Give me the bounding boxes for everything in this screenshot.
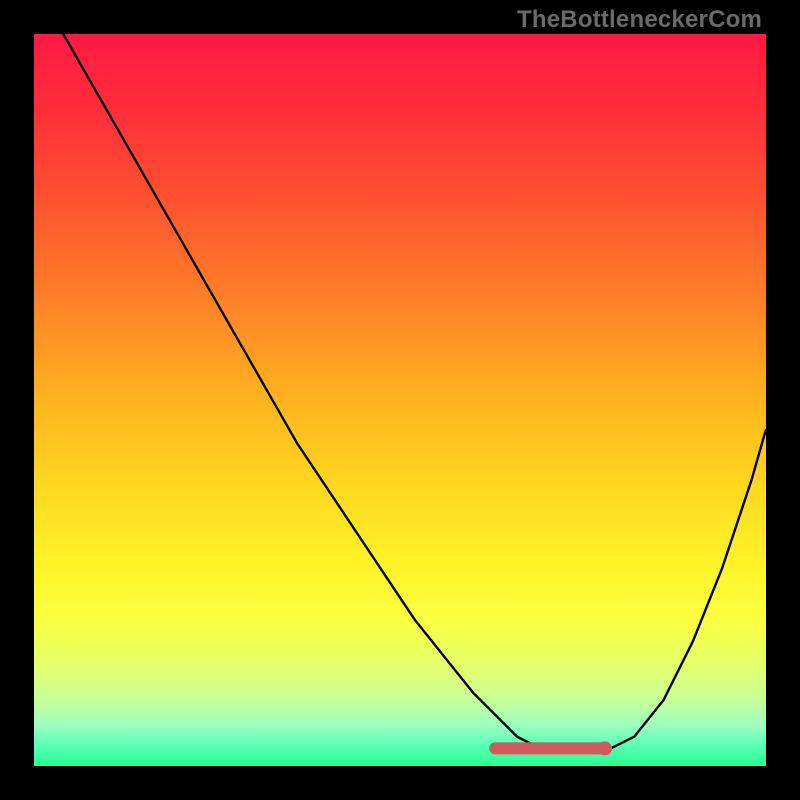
plot-area — [34, 34, 766, 766]
gradient-background — [34, 34, 766, 766]
watermark: TheBottleneckerCom — [517, 6, 762, 34]
chart-frame: TheBottleneckerCom — [0, 0, 800, 800]
bottleneck-chart — [34, 34, 766, 766]
optimal-point-marker — [598, 741, 612, 755]
